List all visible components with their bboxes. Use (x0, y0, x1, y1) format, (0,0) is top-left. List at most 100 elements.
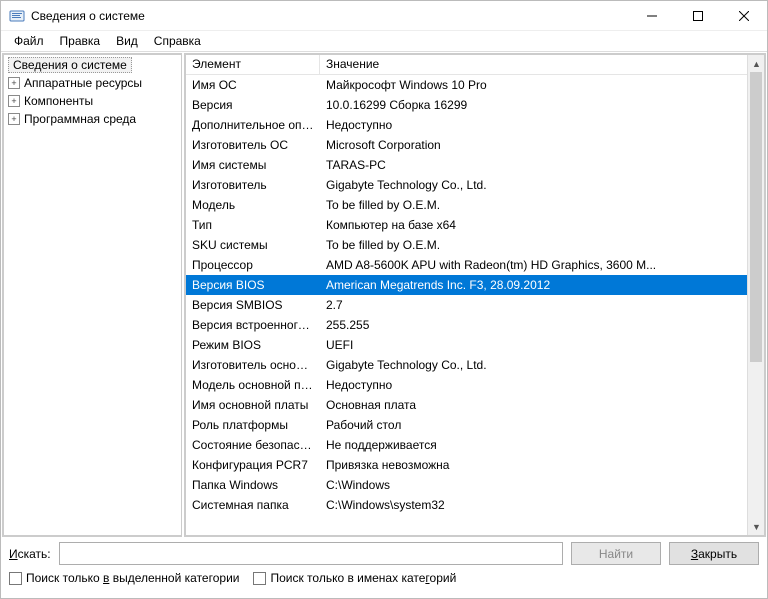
tree-components[interactable]: + Компоненты (4, 92, 181, 110)
cell-name: Имя основной платы (186, 397, 320, 413)
table-row[interactable]: Версия10.0.16299 Сборка 16299 (186, 95, 764, 115)
window-controls (629, 1, 767, 30)
search-input[interactable] (59, 542, 563, 565)
tree-software[interactable]: + Программная среда (4, 110, 181, 128)
cell-name: Конфигурация PCR7 (186, 457, 320, 473)
cell-value: UEFI (320, 337, 764, 353)
cell-value: Майкрософт Windows 10 Pro (320, 77, 764, 93)
maximize-button[interactable] (675, 1, 721, 31)
cell-value: Рабочий стол (320, 417, 764, 433)
check-selected-category[interactable]: Поиск только в выделенной категории (9, 571, 239, 585)
search-row: Искать: Найти Закрыть (9, 542, 759, 565)
table-row[interactable]: Папка WindowsC:\Windows (186, 475, 764, 495)
vertical-scrollbar[interactable]: ▲ ▼ (747, 55, 764, 535)
cell-name: Процессор (186, 257, 320, 273)
cell-value: To be filled by O.E.M. (320, 237, 764, 253)
expander-icon[interactable]: + (8, 113, 20, 125)
cell-value: American Megatrends Inc. F3, 28.09.2012 (320, 277, 764, 293)
cell-value: Основная плата (320, 397, 764, 413)
check-names-only[interactable]: Поиск только в именах категорий (253, 571, 456, 585)
table-row[interactable]: Роль платформыРабочий стол (186, 415, 764, 435)
cell-value: 255.255 (320, 317, 764, 333)
cell-value: AMD A8-5600K APU with Radeon(tm) HD Grap… (320, 257, 764, 273)
expander-icon[interactable]: + (8, 95, 20, 107)
list-pane[interactable]: Элемент Значение Имя ОСМайкрософт Window… (184, 53, 766, 537)
cell-value: 2.7 (320, 297, 764, 313)
cell-name: Версия SMBIOS (186, 297, 320, 313)
close-button[interactable] (721, 1, 767, 31)
cell-name: Режим BIOS (186, 337, 320, 353)
checkbox-icon[interactable] (9, 572, 22, 585)
cell-value: Недоступно (320, 117, 764, 133)
cell-name: Версия (186, 97, 320, 113)
app-icon (9, 8, 25, 24)
table-row[interactable]: Имя ОСМайкрософт Windows 10 Pro (186, 75, 764, 95)
cell-value: TARAS-PC (320, 157, 764, 173)
cell-value: Gigabyte Technology Co., Ltd. (320, 177, 764, 193)
menu-view[interactable]: Вид (109, 32, 145, 50)
table-row[interactable]: Версия SMBIOS2.7 (186, 295, 764, 315)
table-row[interactable]: Изготовитель ОСMicrosoft Corporation (186, 135, 764, 155)
check-selected-label: Поиск только в выделенной категории (26, 571, 239, 585)
table-row[interactable]: Модель основной пла...Недоступно (186, 375, 764, 395)
cell-value: C:\Windows\system32 (320, 497, 764, 513)
window-title: Сведения о системе (31, 9, 629, 23)
cell-name: Версия встроенного к... (186, 317, 320, 333)
cell-name: Модель основной пла... (186, 377, 320, 393)
table-row[interactable]: Изготовитель основно...Gigabyte Technolo… (186, 355, 764, 375)
tree-hardware-label: Аппаратные ресурсы (24, 76, 142, 90)
table-row[interactable]: ПроцессорAMD A8-5600K APU with Radeon(tm… (186, 255, 764, 275)
cell-name: Изготовитель ОС (186, 137, 320, 153)
cell-name: Модель (186, 197, 320, 213)
cell-value: Привязка невозможна (320, 457, 764, 473)
list-header: Элемент Значение (186, 55, 764, 75)
content-area: Сведения о системе + Аппаратные ресурсы … (1, 51, 767, 538)
tree-hardware[interactable]: + Аппаратные ресурсы (4, 74, 181, 92)
cell-name: Тип (186, 217, 320, 233)
cell-value: Не поддерживается (320, 437, 764, 453)
menu-help[interactable]: Справка (147, 32, 208, 50)
table-row[interactable]: Режим BIOSUEFI (186, 335, 764, 355)
close-button-bottom[interactable]: Закрыть (669, 542, 759, 565)
menu-file[interactable]: Файл (7, 32, 51, 50)
cell-name: Изготовитель основно... (186, 357, 320, 373)
list-body[interactable]: Имя ОСМайкрософт Windows 10 ProВерсия10.… (186, 75, 764, 515)
table-row[interactable]: Состояние безопасно...Не поддерживается (186, 435, 764, 455)
table-row[interactable]: ИзготовительGigabyte Technology Co., Ltd… (186, 175, 764, 195)
check-names-label: Поиск только в именах категорий (270, 571, 456, 585)
column-header-value[interactable]: Значение (320, 55, 764, 74)
table-row[interactable]: SKU системыTo be filled by O.E.M. (186, 235, 764, 255)
tree-software-label: Программная среда (24, 112, 136, 126)
cell-value: C:\Windows (320, 477, 764, 493)
minimize-button[interactable] (629, 1, 675, 31)
search-label: Искать: (9, 547, 51, 561)
cell-name: Папка Windows (186, 477, 320, 493)
scroll-up-arrow-icon[interactable]: ▲ (748, 55, 765, 72)
expander-icon[interactable]: + (8, 77, 20, 89)
find-button[interactable]: Найти (571, 542, 661, 565)
tree-components-label: Компоненты (24, 94, 93, 108)
tree-pane[interactable]: Сведения о системе + Аппаратные ресурсы … (2, 53, 182, 537)
cell-name: SKU системы (186, 237, 320, 253)
table-row[interactable]: Дополнительное опис...Недоступно (186, 115, 764, 135)
checkbox-icon[interactable] (253, 572, 266, 585)
cell-name: Имя ОС (186, 77, 320, 93)
table-row[interactable]: Версия встроенного к...255.255 (186, 315, 764, 335)
scroll-thumb[interactable] (750, 72, 762, 362)
column-header-name[interactable]: Элемент (186, 55, 320, 74)
bottom-panel: Искать: Найти Закрыть Поиск только в выд… (1, 538, 767, 593)
table-row[interactable]: Системная папкаC:\Windows\system32 (186, 495, 764, 515)
table-row[interactable]: МодельTo be filled by O.E.M. (186, 195, 764, 215)
cell-name: Имя системы (186, 157, 320, 173)
tree-root[interactable]: Сведения о системе (4, 56, 181, 74)
cell-value: Компьютер на базе x64 (320, 217, 764, 233)
table-row[interactable]: ТипКомпьютер на базе x64 (186, 215, 764, 235)
cell-value: Gigabyte Technology Co., Ltd. (320, 357, 764, 373)
menu-edit[interactable]: Правка (53, 32, 108, 50)
cell-value: 10.0.16299 Сборка 16299 (320, 97, 764, 113)
table-row[interactable]: Имя системыTARAS-PC (186, 155, 764, 175)
scroll-down-arrow-icon[interactable]: ▼ (748, 518, 765, 535)
table-row[interactable]: Версия BIOSAmerican Megatrends Inc. F3, … (186, 275, 764, 295)
table-row[interactable]: Имя основной платыОсновная плата (186, 395, 764, 415)
table-row[interactable]: Конфигурация PCR7Привязка невозможна (186, 455, 764, 475)
